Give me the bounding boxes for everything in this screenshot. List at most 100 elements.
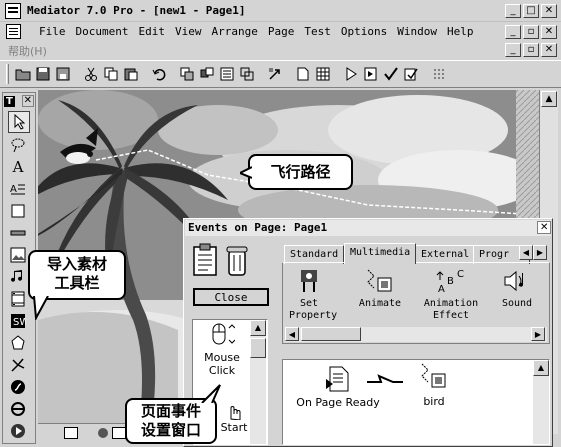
browser-tool[interactable]: [8, 399, 28, 419]
tab-scroll-right[interactable]: ▶: [533, 245, 547, 260]
text-field-tool[interactable]: A: [8, 179, 28, 199]
text-tool[interactable]: A: [8, 157, 28, 177]
minimize-button[interactable]: _: [505, 4, 521, 18]
palette-scroll-left[interactable]: ◀: [285, 327, 299, 341]
resize-icon[interactable]: [238, 65, 256, 83]
publish-icon[interactable]: [266, 65, 284, 83]
sub-restore-button[interactable]: ▫: [523, 43, 539, 57]
image-tool[interactable]: [8, 245, 28, 265]
copy-icon[interactable]: [102, 65, 120, 83]
timeline-item-bird[interactable]: bird: [405, 362, 463, 408]
select-arrow-tool[interactable]: [8, 111, 30, 133]
action-label-line1: Animate: [358, 298, 402, 309]
timeline-scrollbar[interactable]: ▲: [533, 360, 549, 444]
list-icon[interactable]: [218, 65, 236, 83]
check-page-icon[interactable]: [402, 65, 420, 83]
menu-window[interactable]: Window: [392, 25, 442, 38]
menu-view[interactable]: View: [170, 25, 207, 38]
action-sound[interactable]: Sound: [497, 268, 537, 310]
action-palette-hscrollbar[interactable]: ◀ ▶: [285, 327, 547, 342]
page-switch-icon-2[interactable]: [112, 427, 126, 439]
page-events-line1: 页面事件: [140, 402, 201, 420]
menu-options[interactable]: Options: [336, 25, 392, 38]
page-switch-icon[interactable]: [64, 427, 78, 439]
save-all-icon[interactable]: [54, 65, 72, 83]
trash-icon[interactable]: [226, 245, 248, 277]
action-animate[interactable]: Animate: [355, 268, 405, 310]
tools-close-icon[interactable]: ✕: [21, 95, 34, 107]
grid-icon[interactable]: [314, 65, 332, 83]
paste-icon[interactable]: [122, 65, 140, 83]
event-scroll-up[interactable]: ▲: [250, 320, 266, 336]
plugin-tool[interactable]: [8, 355, 28, 375]
line-tool[interactable]: [8, 223, 28, 243]
palette-scroll-thumb[interactable]: [301, 327, 361, 341]
timeline-scroll-up[interactable]: ▲: [533, 360, 549, 376]
save-icon[interactable]: [34, 65, 52, 83]
flash-player-tool[interactable]: [8, 377, 28, 397]
menu-page[interactable]: Page: [263, 25, 300, 38]
action-animation-effect[interactable]: ABC Animation Effect: [421, 268, 481, 322]
sound-tool[interactable]: [8, 267, 28, 287]
undo-icon[interactable]: [150, 65, 168, 83]
event-scroll-thumb[interactable]: [250, 338, 266, 358]
menu-document[interactable]: Document: [71, 25, 134, 38]
menu-help[interactable]: Help: [442, 25, 479, 38]
tab-multimedia[interactable]: Multimedia: [344, 243, 417, 264]
lasso-tool[interactable]: [8, 135, 28, 155]
menu-test[interactable]: Test: [299, 25, 336, 38]
doc-restore-button[interactable]: ▫: [523, 25, 539, 39]
flight-path-callout: 飞行路径: [248, 154, 353, 190]
rectangle-tool[interactable]: [8, 201, 28, 221]
maximize-button[interactable]: □: [523, 4, 539, 18]
mouse-icon: [212, 323, 236, 345]
menu-edit[interactable]: Edit: [133, 25, 170, 38]
flash-tool[interactable]: SW: [8, 311, 28, 331]
close-button[interactable]: ✕: [541, 4, 557, 18]
timeline-label: On Page Ready: [296, 396, 380, 409]
event-list-icon[interactable]: [192, 243, 220, 277]
sound-icon: [504, 270, 523, 292]
timeline-label: bird: [423, 395, 445, 408]
video-tool[interactable]: [8, 289, 28, 309]
start-event[interactable]: Start: [217, 402, 251, 434]
tab-scroll-left[interactable]: ◀: [519, 245, 533, 260]
menu-help-cn[interactable]: 帮助(H): [8, 43, 47, 59]
menu-arrange[interactable]: Arrange: [206, 25, 262, 38]
action-tabs: Standard Multimedia External Progr ◀ ▶: [282, 243, 550, 264]
group-icon[interactable]: [198, 65, 216, 83]
new-page-icon[interactable]: [294, 65, 312, 83]
check-icon[interactable]: [382, 65, 400, 83]
doc-close-button[interactable]: ✕: [541, 25, 557, 39]
doc-minimize-button[interactable]: _: [505, 25, 521, 39]
events-close-button[interactable]: Close: [193, 288, 269, 306]
scroll-up-arrow[interactable]: ▲: [541, 91, 557, 107]
event-list-scrollbar[interactable]: ▲: [250, 320, 266, 444]
app-icon: [5, 3, 21, 19]
menu-file[interactable]: File: [34, 25, 71, 38]
events-panel-close-icon[interactable]: ✕: [537, 221, 552, 234]
svg-text:A: A: [438, 284, 445, 294]
sub-close-button[interactable]: ✕: [541, 43, 557, 57]
action-label-line1: Set: [299, 298, 319, 309]
media-player-tool[interactable]: [8, 421, 28, 441]
animate-icon: [421, 363, 446, 388]
action-set-property[interactable]: Set Property: [289, 268, 337, 322]
menu-help-cn-label: 帮助: [8, 45, 30, 58]
record-icon[interactable]: [98, 428, 108, 438]
document-icon[interactable]: [6, 24, 21, 39]
polygon-tool[interactable]: [8, 333, 28, 353]
open-icon[interactable]: [14, 65, 32, 83]
sub-minimize-button[interactable]: _: [505, 43, 521, 57]
dots-icon[interactable]: [430, 65, 448, 83]
page-events-callout: 页面事件 设置窗口: [125, 398, 217, 444]
palette-scroll-right[interactable]: ▶: [531, 327, 545, 341]
action-label-line1: Animation: [423, 298, 479, 309]
mouse-click-event[interactable]: Mouse Click: [195, 322, 249, 377]
duplicate-icon[interactable]: [178, 65, 196, 83]
event-label-line1: Mouse: [204, 351, 240, 364]
cut-icon[interactable]: [82, 65, 100, 83]
title-bar: Mediator 7.0 Pro - [new1 - Page1] _ □ ✕: [0, 0, 561, 22]
play-icon[interactable]: [342, 65, 360, 83]
play-page-icon[interactable]: [362, 65, 380, 83]
